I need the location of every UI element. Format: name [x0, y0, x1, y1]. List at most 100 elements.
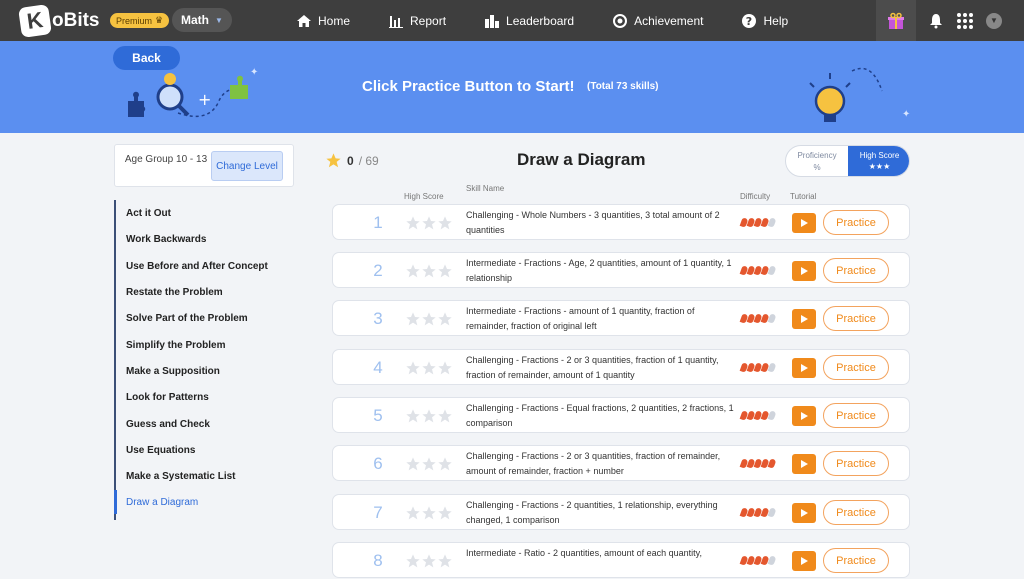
toggle-high-score[interactable]: High Score ★★★ — [848, 146, 909, 176]
leaderboard-icon — [485, 14, 500, 28]
apps-grid-icon[interactable] — [956, 12, 974, 30]
logo-text: oBits — [52, 10, 100, 31]
empty-star-icon — [438, 554, 452, 568]
banner: Back + ✦ Click Practice Button to Start!… — [0, 41, 1024, 133]
top-nav-bar: K oBits Premium ♛ Math ▼ Home Report Lea… — [0, 0, 1024, 41]
topic-item-active[interactable]: Draw a Diagram — [126, 497, 198, 508]
skill-name: Intermediate - Fractions - Age, 2 quanti… — [466, 258, 732, 283]
practice-button[interactable]: Practice — [823, 548, 889, 573]
column-difficulty: Difficulty — [740, 192, 771, 201]
empty-star-icon — [438, 409, 452, 423]
toggle-high-score-label: High Score — [859, 151, 900, 160]
practice-button[interactable]: Practice — [823, 451, 889, 476]
topic-item[interactable]: Guess and Check — [126, 419, 210, 430]
topic-item[interactable]: Make a Systematic List — [126, 471, 236, 482]
skill-name: Intermediate - Ratio - 2 quantities, amo… — [466, 548, 702, 558]
empty-star-icon — [406, 457, 420, 471]
age-group-box: Age Group 10 - 13 Change Level — [114, 144, 294, 187]
tutorial-play-button[interactable] — [792, 261, 816, 281]
empty-star-icon — [438, 361, 452, 375]
high-score-stars — [405, 408, 455, 424]
practice-button[interactable]: Practice — [823, 355, 889, 380]
skill-row: 3 Intermediate - Fractions - amount of 1 … — [332, 300, 910, 336]
topic-item[interactable]: Use Before and After Concept — [126, 261, 268, 272]
change-level-button[interactable]: Change Level — [211, 151, 283, 181]
puzzle-magnifier-illustration: + ✦ — [128, 67, 258, 118]
topic-item[interactable]: Act it Out — [126, 208, 171, 219]
help-icon: ? — [742, 13, 757, 28]
empty-star-icon — [422, 554, 436, 568]
nav-achievement-label: Achievement — [634, 13, 704, 28]
skill-name: Challenging - Fractions - 2 or 3 quantit… — [466, 355, 719, 380]
high-score-stars — [405, 456, 455, 472]
practice-button[interactable]: Practice — [823, 306, 889, 331]
tutorial-play-button[interactable] — [792, 213, 816, 233]
tutorial-play-button[interactable] — [792, 309, 816, 329]
practice-button[interactable]: Practice — [823, 500, 889, 525]
tutorial-play-button[interactable] — [792, 454, 816, 474]
empty-star-icon — [406, 361, 420, 375]
play-icon — [801, 557, 808, 565]
play-icon — [801, 267, 808, 275]
empty-star-icon — [438, 312, 452, 326]
toggle-proficiency[interactable]: Proficiency % — [786, 146, 848, 176]
active-topic-marker — [114, 490, 117, 514]
skill-row: 5 Challenging - Fractions - Equal fractio… — [332, 397, 910, 433]
nav-report[interactable]: Report — [388, 13, 446, 29]
chili-icon — [767, 507, 777, 518]
empty-star-icon — [422, 506, 436, 520]
chili-icon — [767, 313, 777, 324]
lightbulb-illustration: ✦ — [809, 67, 910, 122]
topic-item[interactable]: Restate the Problem — [126, 287, 223, 298]
skill-row: 8 Intermediate - Ratio - 2 quantities, am… — [332, 542, 910, 578]
high-score-stars — [405, 311, 455, 327]
nav-help-label: Help — [763, 13, 789, 28]
tutorial-play-button[interactable] — [792, 358, 816, 378]
skill-name: Challenging - Fractions - 2 quantities, … — [466, 500, 718, 525]
nav-help[interactable]: ? Help — [741, 13, 788, 29]
svg-text:?: ? — [746, 15, 752, 28]
bell-icon[interactable] — [928, 13, 944, 29]
play-icon — [801, 315, 808, 323]
empty-star-icon — [422, 361, 436, 375]
toggle-proficiency-label: Proficiency — [797, 151, 837, 160]
topic-item[interactable]: Solve Part of the Problem — [126, 313, 248, 324]
nav-achievement[interactable]: Achievement — [612, 13, 703, 29]
medal-icon — [613, 13, 628, 28]
nav-leaderboard[interactable]: Leaderboard — [484, 13, 574, 29]
skill-name: Challenging - Whole Numbers - 3 quantiti… — [466, 210, 720, 235]
subject-dropdown[interactable]: Math ▼ — [172, 8, 232, 32]
empty-star-icon — [406, 409, 420, 423]
topic-item[interactable]: Use Equations — [126, 445, 195, 456]
chevron-down-icon: ▼ — [215, 15, 223, 25]
topic-item[interactable]: Work Backwards — [126, 234, 206, 245]
gift-button[interactable] — [876, 0, 916, 41]
play-icon — [801, 509, 808, 517]
high-score-stars — [405, 215, 455, 231]
tutorial-play-button[interactable] — [792, 551, 816, 571]
topic-item[interactable]: Make a Supposition — [126, 366, 220, 377]
premium-label: Premium — [116, 15, 153, 26]
difficulty-rating — [739, 313, 777, 324]
tutorial-play-button[interactable] — [792, 503, 816, 523]
chili-icon — [767, 555, 777, 566]
practice-button[interactable]: Practice — [823, 258, 889, 283]
account-menu-chevron-icon[interactable]: ▼ — [986, 12, 1002, 29]
koobits-logo[interactable]: K oBits — [18, 4, 100, 38]
play-icon — [801, 412, 808, 420]
chili-icon — [767, 410, 777, 421]
topic-item[interactable]: Simplify the Problem — [126, 340, 225, 351]
stars-earned: 0 — [347, 153, 354, 168]
column-high-score: High Score — [404, 192, 444, 201]
skill-name: Challenging - Fractions - Equal fraction… — [466, 403, 734, 428]
practice-button[interactable]: Practice — [823, 403, 889, 428]
bar-chart-icon — [389, 15, 404, 28]
nav-home[interactable]: Home — [296, 13, 350, 29]
chili-icon — [767, 265, 777, 276]
skill-name: Challenging - Fractions - 2 or 3 quantit… — [466, 451, 721, 476]
tutorial-play-button[interactable] — [792, 406, 816, 426]
topic-item[interactable]: Look for Patterns — [126, 392, 209, 403]
chili-icon — [767, 362, 777, 373]
page-title: Draw a Diagram — [517, 150, 646, 169]
practice-button[interactable]: Practice — [823, 210, 889, 235]
